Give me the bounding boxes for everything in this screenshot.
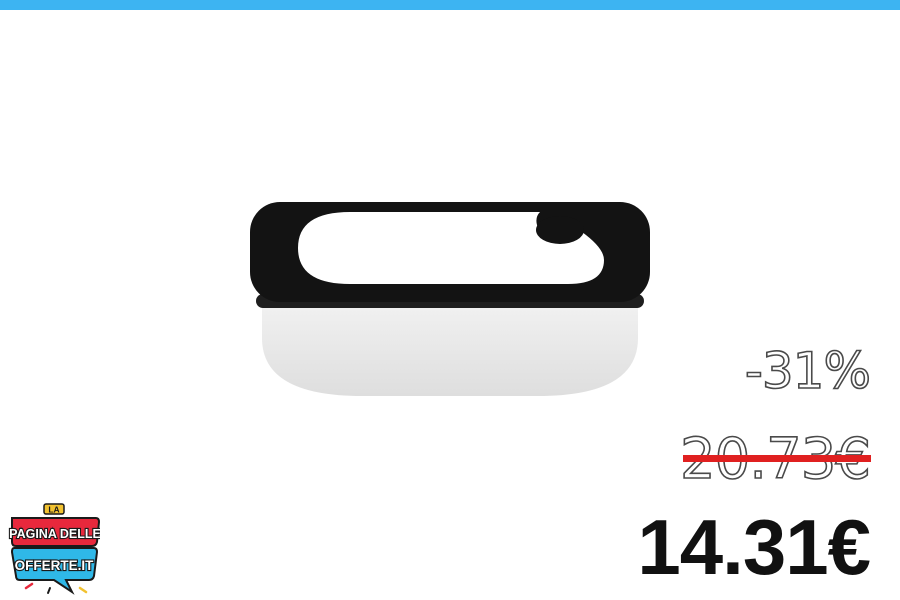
logo-text-pagina: PAGINA DELLE [9, 527, 100, 541]
logo-text-la: LA [48, 505, 59, 515]
site-logo: LA PAGINA DELLE OFFERTE.IT [8, 500, 100, 596]
top-accent-bar [0, 0, 900, 10]
product-image [248, 198, 652, 404]
current-price: 14.31€ [637, 503, 871, 591]
discount-badge: -31% [744, 342, 872, 400]
old-price-strikethrough [683, 455, 871, 462]
logo-text-offerte: OFFERTE.IT [15, 558, 94, 573]
